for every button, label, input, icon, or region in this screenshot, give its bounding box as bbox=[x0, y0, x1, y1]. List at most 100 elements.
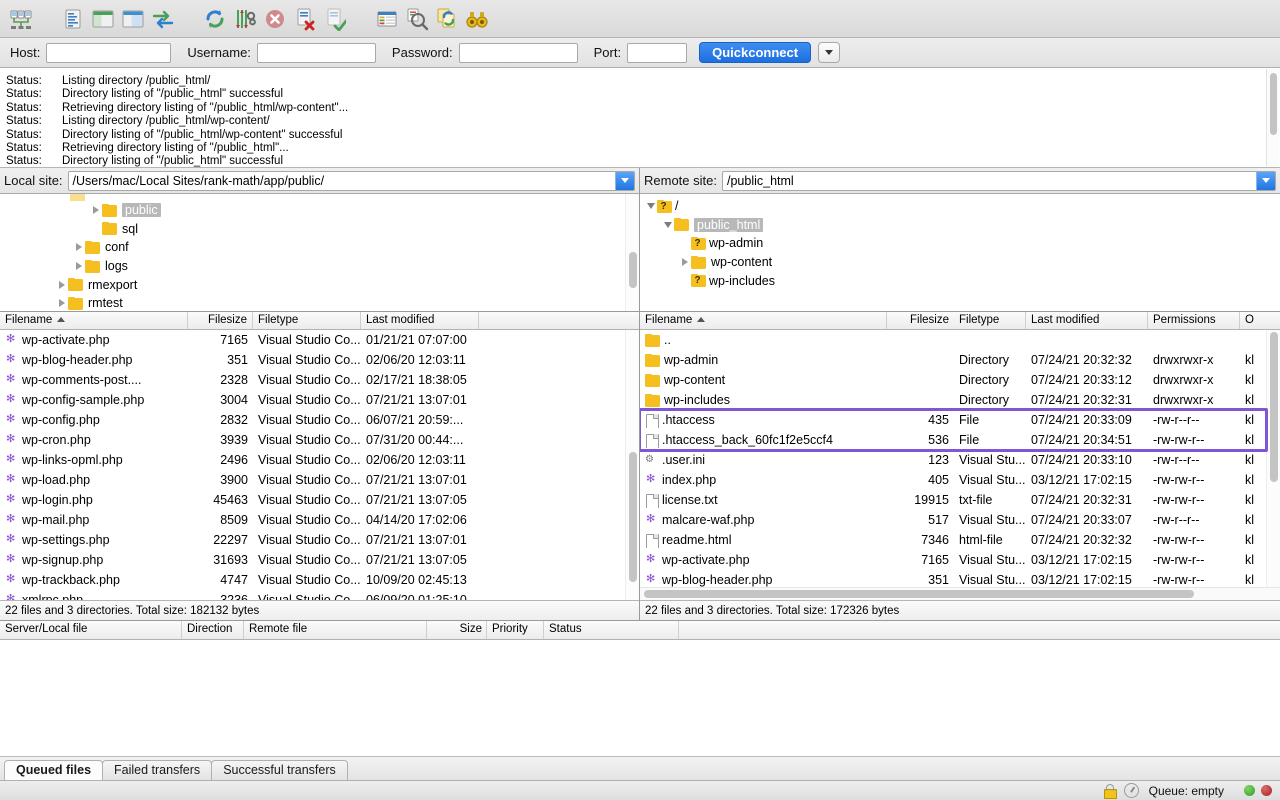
column-header-filetype[interactable]: Filetype bbox=[253, 312, 361, 329]
local-directory-tree[interactable]: public sql conf logs rmexport rmtest bbox=[0, 194, 639, 312]
tree-node[interactable]: ? / bbox=[640, 197, 1280, 216]
tree-node[interactable]: ? wp-admin bbox=[640, 234, 1280, 253]
remote-site-dropdown-button[interactable] bbox=[1256, 171, 1275, 190]
remote-site-combo[interactable]: /public_html bbox=[721, 170, 1276, 191]
table-row[interactable]: wp-links-opml.php 2496 Visual Studio Co...… bbox=[0, 450, 639, 470]
tree-node[interactable]: sql bbox=[0, 220, 639, 239]
table-row[interactable]: wp-activate.php 7165 Visual Stu... 03/12/21… bbox=[640, 550, 1280, 570]
disconnect-icon[interactable] bbox=[290, 4, 320, 34]
local-site-path[interactable]: /Users/mac/Local Sites/rank-math/app/pub… bbox=[69, 174, 615, 188]
chevron-right-icon[interactable] bbox=[72, 262, 85, 271]
password-input[interactable] bbox=[458, 42, 578, 63]
queue-tab-failed-transfers[interactable]: Failed transfers bbox=[102, 760, 213, 780]
site-manager-icon[interactable] bbox=[6, 4, 36, 34]
column-header-filename[interactable]: Filename bbox=[0, 312, 188, 329]
filter-icon[interactable] bbox=[372, 4, 402, 34]
toggle-local-tree-icon[interactable] bbox=[88, 4, 118, 34]
tree-node[interactable]: ? wp-includes bbox=[640, 271, 1280, 290]
column-header-owner[interactable]: O bbox=[1240, 312, 1280, 329]
port-input[interactable] bbox=[627, 42, 688, 63]
table-row[interactable]: wp-mail.php 8509 Visual Studio Co... 04/14/… bbox=[0, 510, 639, 530]
remote-list-body[interactable]: .. wp-admin Directory 07/24/21 20:32:32 drwx… bbox=[640, 330, 1280, 587]
table-row[interactable]: readme.html 7346 html-file 07/24/21 20:32:3… bbox=[640, 530, 1280, 550]
local-site-dropdown-button[interactable] bbox=[615, 171, 634, 190]
chevron-right-icon[interactable] bbox=[89, 206, 102, 215]
tree-node[interactable]: wp-content bbox=[640, 253, 1280, 272]
column-header-filesize[interactable]: Filesize bbox=[188, 312, 253, 329]
table-row[interactable]: wp-config.php 2832 Visual Studio Co... 06/0… bbox=[0, 410, 639, 430]
refresh-icon[interactable] bbox=[200, 4, 230, 34]
cancel-operation-icon[interactable] bbox=[260, 4, 290, 34]
column-header-size[interactable]: Size bbox=[427, 621, 487, 639]
scrollbar-thumb[interactable] bbox=[644, 590, 1194, 598]
synchronized-browsing-icon[interactable] bbox=[432, 4, 462, 34]
queue-tab-queued-files[interactable]: Queued files bbox=[4, 760, 104, 780]
quickconnect-history-dropdown[interactable] bbox=[818, 42, 841, 63]
column-header-filename[interactable]: Filename bbox=[640, 312, 887, 329]
local-list-body[interactable]: wp-activate.php 7165 Visual Studio Co... 01… bbox=[0, 330, 639, 600]
chevron-right-icon[interactable] bbox=[678, 258, 691, 267]
column-header-serverlocalfile[interactable]: Server/Local file bbox=[0, 621, 182, 639]
column-header-remotefile[interactable]: Remote file bbox=[244, 621, 427, 639]
column-header-priority[interactable]: Priority bbox=[487, 621, 544, 639]
remote-list-hscrollbar[interactable] bbox=[640, 587, 1280, 600]
table-row[interactable]: wp-cron.php 3939 Visual Studio Co... 07/31/… bbox=[0, 430, 639, 450]
local-file-list[interactable]: Filename Filesize Filetype Last modified… bbox=[0, 312, 639, 620]
table-row[interactable]: wp-includes Directory 07/24/21 20:32:31 drw… bbox=[640, 390, 1280, 410]
tree-node[interactable]: public bbox=[0, 201, 639, 220]
column-header-status[interactable]: Status bbox=[544, 621, 679, 639]
remote-directory-tree[interactable]: ? / public_html? wp-admin wp-content? wp-incl… bbox=[640, 194, 1280, 312]
table-row[interactable]: wp-load.php 3900 Visual Studio Co... 07/21/… bbox=[0, 470, 639, 490]
chevron-down-icon[interactable] bbox=[661, 221, 674, 228]
column-header-filetype[interactable]: Filetype bbox=[954, 312, 1026, 329]
tree-node[interactable]: conf bbox=[0, 238, 639, 257]
table-row[interactable]: wp-settings.php 22297 Visual Studio Co... 0… bbox=[0, 530, 639, 550]
tree-node[interactable]: rmexport bbox=[0, 275, 639, 294]
remote-file-list[interactable]: Filename Filesize Filetype Last modified… bbox=[640, 312, 1280, 620]
chevron-down-icon[interactable] bbox=[644, 203, 657, 210]
tree-node[interactable]: public_html bbox=[640, 216, 1280, 235]
username-input[interactable] bbox=[256, 42, 376, 63]
table-row[interactable]: license.txt 19915 txt-file 07/24/21 20:32:3… bbox=[640, 490, 1280, 510]
host-input[interactable] bbox=[46, 42, 172, 63]
column-header-lastmodified[interactable]: Last modified bbox=[1026, 312, 1148, 329]
local-site-combo[interactable]: /Users/mac/Local Sites/rank-math/app/pub… bbox=[67, 170, 635, 191]
table-row[interactable]: wp-signup.php 31693 Visual Studio Co... 07/… bbox=[0, 550, 639, 570]
table-row[interactable]: wp-blog-header.php 351 Visual Studio Co...… bbox=[0, 350, 639, 370]
toggle-remote-tree-icon[interactable] bbox=[118, 4, 148, 34]
find-files-icon[interactable] bbox=[462, 4, 492, 34]
process-queue-icon[interactable] bbox=[230, 4, 260, 34]
table-row[interactable]: wp-login.php 45463 Visual Studio Co... 07/2… bbox=[0, 490, 639, 510]
table-row[interactable]: malcare-waf.php 517 Visual Stu... 07/24/21 … bbox=[640, 510, 1280, 530]
table-row[interactable]: .htaccess 435 File 07/24/21 20:33:09 -rw-r--… bbox=[640, 410, 1280, 430]
scrollbar-thumb[interactable] bbox=[629, 452, 637, 582]
chevron-right-icon[interactable] bbox=[55, 299, 68, 308]
scrollbar-thumb[interactable] bbox=[629, 252, 637, 288]
table-row[interactable]: wp-blog-header.php 351 Visual Stu... 03/12/… bbox=[640, 570, 1280, 588]
table-row[interactable]: xmlrpc.php 3236 Visual Studio Co... 06/09/2… bbox=[0, 590, 639, 601]
queue-body[interactable] bbox=[0, 640, 1280, 756]
table-row[interactable]: index.php 405 Visual Stu... 03/12/21 17:02:… bbox=[640, 470, 1280, 490]
scrollbar-thumb[interactable] bbox=[1270, 332, 1278, 482]
toggle-message-log-icon[interactable] bbox=[58, 4, 88, 34]
table-row[interactable]: .. bbox=[640, 330, 1280, 350]
table-row[interactable]: .user.ini 123 Visual Stu... 07/24/21 20:33:… bbox=[640, 450, 1280, 470]
reconnect-icon[interactable] bbox=[320, 4, 350, 34]
column-header-permissions[interactable]: Permissions bbox=[1148, 312, 1240, 329]
chevron-right-icon[interactable] bbox=[72, 243, 85, 252]
remote-site-path[interactable]: /public_html bbox=[723, 174, 1256, 188]
table-row[interactable]: wp-content Directory 07/24/21 20:33:12 drwx… bbox=[640, 370, 1280, 390]
local-tree-scrollbar[interactable] bbox=[625, 194, 639, 311]
tree-node[interactable]: logs bbox=[0, 257, 639, 276]
scrollbar-thumb[interactable] bbox=[1270, 73, 1277, 135]
message-log-scrollbar[interactable] bbox=[1266, 69, 1279, 166]
table-row[interactable]: wp-config-sample.php 3004 Visual Studio Co… bbox=[0, 390, 639, 410]
message-log[interactable]: Status: Listing directory /public_html/St… bbox=[0, 68, 1280, 168]
quickconnect-button[interactable]: Quickconnect bbox=[699, 42, 812, 63]
chevron-right-icon[interactable] bbox=[55, 280, 68, 289]
local-list-scrollbar[interactable] bbox=[625, 330, 639, 600]
table-row[interactable]: wp-admin Directory 07/24/21 20:32:32 drwxrw… bbox=[640, 350, 1280, 370]
table-row[interactable]: wp-comments-post.... 2328 Visual Studio Co… bbox=[0, 370, 639, 390]
compare-directories-icon[interactable] bbox=[402, 4, 432, 34]
remote-list-scrollbar[interactable] bbox=[1266, 330, 1280, 587]
